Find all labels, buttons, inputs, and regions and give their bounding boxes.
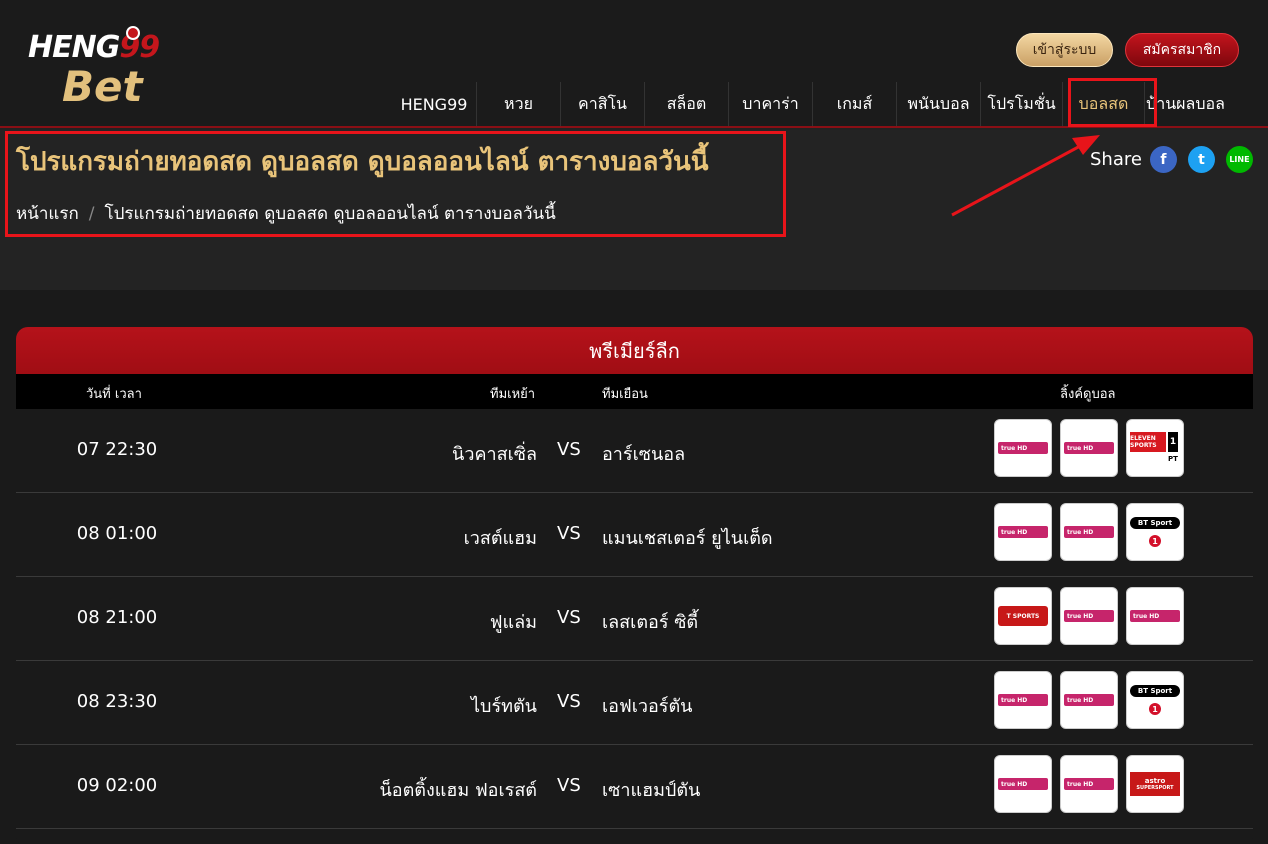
home-team: ไบร์ทตัน [470, 696, 537, 717]
twitter-icon[interactable]: t [1187, 146, 1215, 173]
channel-eleven-sports-link[interactable]: ELEVEN SPORTS 1 PT [1126, 419, 1184, 477]
login-button[interactable]: เข้าสู่ระบบ [1016, 33, 1113, 67]
bt-sport-logo: BT Sport 1 [1130, 517, 1180, 547]
channel-truevisions-link[interactable]: true HD [1060, 503, 1118, 561]
channel-truevisions-link[interactable]: true HD [994, 419, 1052, 477]
nav-item-lottery[interactable]: หวย [476, 82, 560, 126]
match-time: 08 21:00 [76, 607, 158, 628]
tsports-logo: T SPORTS [998, 606, 1048, 626]
nav-item-football-betting[interactable]: พนันบอล [896, 82, 980, 126]
astro-supersport-logo: astro SUPERSPORT [1130, 772, 1180, 796]
title-highlight-box [5, 131, 786, 237]
league-table: พรีเมียร์ลีก วันที่ เวลา ทีมเหย้า ทีมเยื… [16, 327, 1253, 844]
channel-links: T SPORTS true HD true HD [994, 587, 1192, 645]
channel-bt-sport-link[interactable]: BT Sport 1 [1126, 503, 1184, 561]
match-time: 08 01:00 [76, 523, 158, 544]
nav-item-baccarat[interactable]: บาคาร่า [728, 82, 812, 126]
nav-item-promotion[interactable]: โปรโมชั่น [980, 82, 1062, 126]
logo-ball-icon [126, 26, 140, 40]
nav-item-casino[interactable]: คาสิโน [560, 82, 644, 126]
channel-truevisions-link[interactable]: true HD [1060, 587, 1118, 645]
line-icon[interactable]: LINE [1225, 146, 1253, 173]
away-team: เลสเตอร์ ซิตี้ [602, 612, 699, 633]
vs-label: VS [557, 775, 581, 796]
channel-links: true HD true HD ELEVEN SPORTS 1 PT [994, 419, 1192, 477]
nav-item-heng99[interactable]: HENG99 [392, 82, 476, 126]
header-home: ทีมเหย้า [490, 387, 536, 402]
truevisions-logo: true HD [998, 778, 1048, 790]
match-row: 08 21:00 ฟูแล่ม VS เลสเตอร์ ซิตี้ T SPOR… [16, 577, 1253, 661]
channel-truevisions-link[interactable]: true HD [1060, 755, 1118, 813]
match-time: 07 22:30 [76, 439, 158, 460]
truevisions-logo: true HD [1064, 526, 1114, 538]
truevisions-logo: true HD [998, 694, 1048, 706]
channel-truevisions-link[interactable]: true HD [1126, 587, 1184, 645]
truevisions-logo: true HD [998, 442, 1048, 454]
match-time: 08 23:30 [76, 691, 158, 712]
channel-truevisions-link[interactable]: true HD [994, 671, 1052, 729]
share-bar: Share f t LINE [1090, 146, 1253, 173]
match-row: 09 02:00 น็อตติ้งแฮม ฟอเรสต์ VS เซาแฮมป์… [16, 745, 1253, 829]
nav-item-games[interactable]: เกมส์ [812, 82, 896, 126]
table-header: วันที่ เวลา ทีมเหย้า ทีมเยือน ลิ้งค์ดูบอ… [16, 374, 1253, 409]
channel-truevisions-link[interactable]: true HD [1060, 419, 1118, 477]
channel-links: true HD true HD BT Sport 1 [994, 503, 1192, 561]
away-team: แมนเชสเตอร์ ยูไนเต็ด [602, 528, 773, 549]
channel-bt-sport-link[interactable]: BT Sport 1 [1126, 671, 1184, 729]
site-logo[interactable]: HENG99 Bet [26, 22, 160, 112]
share-label: Share [1090, 149, 1142, 170]
truevisions-logo: true HD [1064, 694, 1114, 706]
home-team: น็อตติ้งแฮม ฟอเรสต์ [379, 780, 537, 801]
truevisions-logo: true HD [1064, 778, 1114, 790]
truevisions-logo: true HD [998, 526, 1048, 538]
header-links: ลิ้งค์ดูบอล [1060, 387, 1116, 402]
league-name: พรีเมียร์ลีก [16, 327, 1253, 374]
nav-item-slot[interactable]: สล็อต [644, 82, 728, 126]
header-away: ทีมเยือน [602, 387, 648, 402]
vs-label: VS [557, 439, 581, 460]
away-team: อาร์เซนอล [602, 444, 686, 465]
eleven-sports-logo: ELEVEN SPORTS 1 PT [1130, 429, 1180, 467]
away-team: เซาแฮมป์ตัน [602, 780, 701, 801]
match-row: 08 01:00 เวสต์แฮม VS แมนเชสเตอร์ ยูไนเต็… [16, 493, 1253, 577]
home-team: ฟูแล่ม [489, 612, 537, 633]
logo-text-bet: Bet [62, 62, 143, 111]
channel-tsports-link[interactable]: T SPORTS [994, 587, 1052, 645]
truevisions-logo: true HD [1064, 610, 1114, 622]
channel-links: true HD true HD astro SUPERSPORT [994, 755, 1192, 813]
match-row: 07 22:30 นิวคาสเซิ่ล VS อาร์เซนอล true H… [16, 409, 1253, 493]
truevisions-logo: true HD [1130, 610, 1180, 622]
vs-label: VS [557, 607, 581, 628]
facebook-icon[interactable]: f [1149, 146, 1177, 173]
truevisions-logo: true HD [1064, 442, 1114, 454]
bt-sport-logo: BT Sport 1 [1130, 685, 1180, 715]
channel-truevisions-link[interactable]: true HD [994, 755, 1052, 813]
vs-label: VS [557, 691, 581, 712]
channel-links: true HD true HD BT Sport 1 [994, 671, 1192, 729]
channel-truevisions-link[interactable]: true HD [1060, 671, 1118, 729]
register-button[interactable]: สมัครสมาชิก [1125, 33, 1239, 67]
header-datetime: วันที่ เวลา [86, 387, 142, 402]
home-team: นิวคาสเซิ่ล [452, 444, 537, 465]
vs-label: VS [557, 523, 581, 544]
channel-truevisions-link[interactable]: true HD [994, 503, 1052, 561]
match-time: 09 02:00 [76, 775, 158, 796]
channel-astro-link[interactable]: astro SUPERSPORT [1126, 755, 1184, 813]
home-team: เวสต์แฮม [463, 528, 537, 549]
nav-highlight-box [1068, 78, 1157, 127]
away-team: เอฟเวอร์ตัน [602, 696, 693, 717]
match-row: 08 23:30 ไบร์ทตัน VS เอฟเวอร์ตัน true HD… [16, 661, 1253, 745]
